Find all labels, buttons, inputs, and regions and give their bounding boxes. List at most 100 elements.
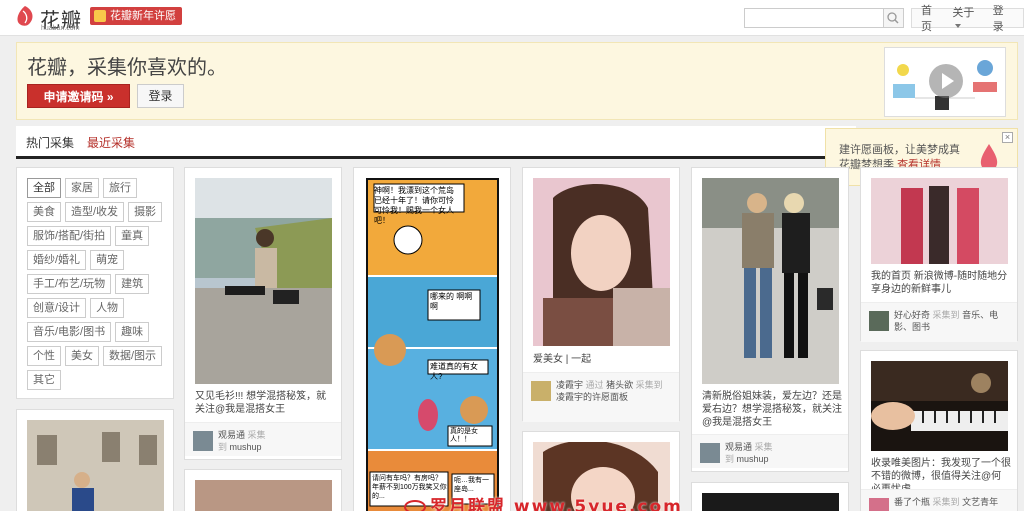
avatar[interactable] [700,443,720,463]
tab-recent[interactable]: 最近采集 [87,134,135,151]
pin-image[interactable] [702,493,839,511]
pin-meta: 凌霞宇 通过 猪头欲 采集到 凌霞宇的许愿面板 [523,372,679,422]
category-tag[interactable]: 其它 [27,370,61,390]
pin-card[interactable]: 我的首页 新浪微博-随时随地分享身边的新鲜事儿 好心好奇 采集到 音乐、电影、图… [860,167,1018,342]
pin-attribution: 观易通 采集 到 mushup [218,429,266,453]
action-text: 采集到 [932,497,960,507]
nav-about-link[interactable]: 关于 [947,4,987,32]
action-text: 采集 [247,430,266,440]
pin-attribution: 观易通 采集 到 mushup [725,441,773,465]
pin-card[interactable]: 爱美女 | 一起 凌霞宇 通过 猪头欲 采集到 凌霞宇的许愿面板 [522,167,680,422]
category-tag[interactable]: 萌宠 [90,250,125,270]
category-tag[interactable]: 创意/设计 [27,298,87,318]
pin-card[interactable]: 又见毛衫!!! 想学混搭秘笈，就关注@我是混搭女王 观易通 采集 到 mushu… [184,167,342,460]
category-tag[interactable]: 美食 [27,202,61,222]
pin-card[interactable]: 收录唯美图片：我发现了一个很不错的微博，很值得关注@何必再忧虑 番了个瓶 采集到… [860,350,1018,511]
promo-label: 花瓣新年许愿 [110,10,176,22]
board-link[interactable]: mushup [230,442,262,452]
category-tag[interactable]: 全部 [27,178,61,198]
comic-bubble: 哪来的 啊啊啊 [430,292,473,311]
category-tag[interactable]: 美女 [65,346,99,366]
category-tag[interactable]: 童真 [115,226,150,246]
nav-about-label: 关于 [952,7,975,19]
tip-line-1: 建许愿画板，让美梦成真 [839,144,960,156]
category-tag[interactable]: 建筑 [115,274,150,294]
user-link[interactable]: 凌霞宇 [556,380,583,390]
search-icon [887,12,899,24]
board-link[interactable]: mushup [737,454,769,464]
pin-caption: 清新脱俗姐妹装，爱左边？还是爱右边？想学混搭秘笈，就关注@我是混搭女王 [702,391,842,428]
search-box [744,8,904,28]
via-user-link[interactable]: 猪头欲 [606,380,633,390]
tab-hot[interactable]: 热门采集 [26,134,74,151]
category-tag[interactable]: 旅行 [103,178,137,198]
category-tag[interactable]: 造型/收发 [65,202,125,222]
user-link[interactable]: 好心好奇 [894,310,930,320]
pin-image[interactable] [871,178,1008,264]
comic-bubble: 神啊！我漂到这个荒岛已经十年了！请你可怜可怜我！赐我一个女人吧！ [374,186,454,225]
category-tags-card: 全部 家居 旅行美食 造型/收发 摄影 服饰/搭配/街拍 童真婚纱/婚礼 萌宠手工/布艺/玩物… [16,167,174,399]
pin-image[interactable] [871,361,1008,451]
pin-attribution: 凌霞宇 通过 猪头欲 采集到 凌霞宇的许愿面板 [556,379,668,403]
banner-login-button[interactable]: 登录 [137,84,184,108]
category-tag[interactable]: 趣味 [115,322,150,342]
user-link[interactable]: 观易通 [725,442,752,452]
user-link[interactable]: 观易通 [218,430,245,440]
comic-bubble: 难道真的有女人? [430,362,478,381]
pin-card[interactable] [691,482,849,511]
category-tag[interactable]: 数据/图示 [103,346,163,366]
collect-text: 采集到 [635,380,663,390]
gift-icon [94,10,106,22]
user-link[interactable]: 番了个瓶 [894,497,930,507]
pin-meta: 番了个瓶 采集到 文艺青年 [861,489,1017,511]
play-icon[interactable] [929,64,963,98]
category-tag[interactable]: 手工/布艺/玩物 [27,274,112,294]
to-text: 到 [725,454,735,464]
pin-image[interactable] [27,420,164,511]
pin-caption: 爱美女 | 一起 [533,354,592,365]
pin-image[interactable] [702,178,839,384]
category-tag[interactable]: 人物 [90,298,125,318]
pin-caption: 又见毛衫!!! 想学混搭秘笈，就关注@我是混搭女王 [195,391,327,415]
action-text: 采集到 [932,310,960,320]
pin-card[interactable] [184,469,342,511]
board-link[interactable]: 凌霞宇的许愿面板 [556,392,628,402]
avatar[interactable] [531,381,551,401]
avatar[interactable] [869,498,889,511]
nav-login-link[interactable]: 登录 [988,2,1019,34]
pin-meta: 观易通 采集 到 mushup [692,434,848,468]
category-tag[interactable]: 摄影 [128,202,163,222]
pin-image[interactable] [195,480,332,511]
site-watermark: 罗月联盟 www.5yue.com [404,492,683,511]
new-year-wish-promo[interactable]: 花瓣新年许愿 [90,7,182,25]
nav-home-link[interactable]: 首页 [916,2,947,34]
pin-image[interactable]: 神啊！我漂到这个荒岛已经十年了！请你可怜可怜我！赐我一个女人吧！ 哪来的 啊啊啊… [366,178,499,511]
intro-video-thumbnail[interactable] [884,47,1006,117]
pin-meta: 好心好奇 采集到 音乐、电影、图书 [861,302,1017,342]
category-tag[interactable]: 个性 [27,346,61,366]
pin-image[interactable] [533,178,670,346]
pin-card-building[interactable] [16,409,174,511]
request-invite-button[interactable]: 申请邀请码 » [27,84,130,108]
to-text: 到 [218,442,228,452]
pin-card-comic[interactable]: 神啊！我漂到这个荒岛已经十年了！请你可怜可怜我！赐我一个女人吧！ 哪来的 啊啊啊… [353,167,511,511]
search-input[interactable] [747,10,881,26]
category-tag[interactable]: 服饰/搭配/街拍 [27,226,112,246]
board-link[interactable]: 文艺青年 [962,497,998,507]
category-tag-list: 全部 家居 旅行美食 造型/收发 摄影 服饰/搭配/街拍 童真婚纱/婚礼 萌宠手工/布艺/玩物… [27,178,167,390]
petal-logo-icon [17,6,33,26]
avatar[interactable] [869,311,889,331]
search-button[interactable] [883,9,903,27]
avatar[interactable] [193,431,213,451]
category-tag[interactable]: 婚纱/婚礼 [27,250,87,270]
category-tag[interactable]: 家居 [65,178,99,198]
huaban-logo[interactable]: 花瓣 huaban.com [14,3,86,33]
feed-tabs: 热门采集 最近采集 [16,126,856,159]
close-icon[interactable]: × [1002,132,1013,143]
pin-image[interactable] [195,178,332,384]
logo-text-en: huaban.com [41,25,80,32]
category-tag[interactable]: 音乐/电影/图书 [27,322,112,342]
comic-bubble: 真的是女人！！ [450,428,478,443]
pin-card[interactable]: 清新脱俗姐妹装，爱左边？还是爱右边？想学混搭秘笈，就关注@我是混搭女王 观易通 … [691,167,849,472]
pin-caption: 我的首页 新浪微博-随时随地分享身边的新鲜事儿 [871,271,1008,295]
